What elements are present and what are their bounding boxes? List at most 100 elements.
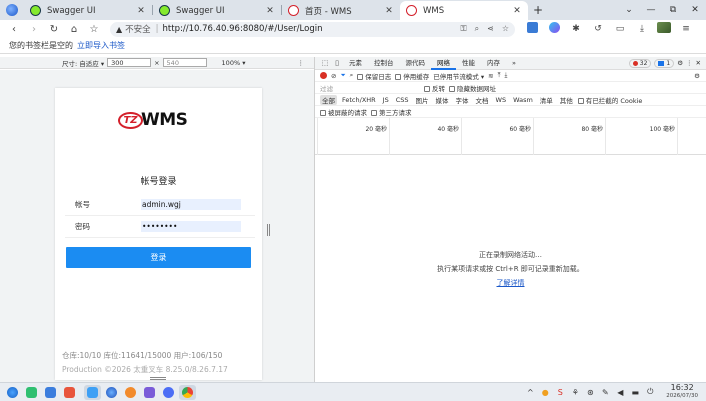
type-css[interactable]: CSS <box>394 96 411 104</box>
power-icon[interactable]: ⏻ <box>645 387 655 397</box>
type-img[interactable]: 图片 <box>414 95 431 105</box>
type-js[interactable]: JS <box>381 96 391 104</box>
app-icon[interactable] <box>160 385 177 400</box>
error-badge[interactable]: 32 <box>628 58 652 68</box>
terminal-icon[interactable] <box>42 385 59 400</box>
home-icon[interactable]: ⌂ <box>64 24 84 35</box>
type-manifest[interactable]: 清单 <box>538 95 555 105</box>
new-tab-icon[interactable]: + <box>528 3 548 17</box>
window-close-icon[interactable]: ✕ <box>684 5 706 15</box>
clear-icon[interactable]: ⊘ <box>331 72 336 80</box>
copilot-icon[interactable] <box>543 22 565 36</box>
pen-icon[interactable]: ✎ <box>600 388 610 397</box>
zoom-icon[interactable]: ⌕ <box>475 24 479 34</box>
viewport-resize-handle-right[interactable] <box>267 224 270 236</box>
tab-elements[interactable]: 元素 <box>343 57 368 70</box>
download-icon[interactable]: ⤓ <box>631 24 653 34</box>
throttle-select[interactable]: 已停用节流模式 ▾ <box>433 71 484 81</box>
restore-icon[interactable]: ⧉ <box>662 5 684 15</box>
tab-memory[interactable]: 内存 <box>481 57 506 70</box>
warning-icon[interactable]: ▲ <box>116 25 122 34</box>
settings-gear-icon[interactable]: ⚙ <box>677 59 683 67</box>
close-icon[interactable]: ✕ <box>512 6 522 16</box>
address-bar[interactable]: ▲ 不安全 | http://10.76.40.96:8080/#/User/L… <box>110 21 515 37</box>
history-icon[interactable]: ↺ <box>587 24 609 34</box>
network-timeline[interactable]: 20 毫秒 40 毫秒 60 毫秒 80 毫秒 100 毫秒 <box>315 118 706 155</box>
tab-swagger-1[interactable]: Swagger UI ✕ <box>24 1 152 20</box>
password-input[interactable] <box>141 221 241 232</box>
extension-icon[interactable] <box>521 22 543 36</box>
learn-more-link[interactable]: 了解详情 <box>315 278 706 288</box>
third-party-checkbox[interactable]: 第三方请求 <box>371 107 412 117</box>
app-icon[interactable] <box>122 385 139 400</box>
type-wasm[interactable]: Wasm <box>511 96 535 104</box>
browser-logo-icon[interactable] <box>0 0 24 20</box>
menu-icon[interactable]: ≡ <box>675 24 697 34</box>
file-manager-icon[interactable] <box>84 384 101 400</box>
preserve-log-checkbox[interactable]: 保留日志 <box>357 71 391 81</box>
filter-funnel-icon[interactable]: ⏷ <box>340 71 345 80</box>
back-arrow-icon[interactable]: ‹ <box>4 24 24 35</box>
url-text[interactable]: http://10.76.40.96:8080/#/User/Login <box>163 24 461 34</box>
minimize-icon[interactable]: — <box>640 5 662 15</box>
browser-icon[interactable] <box>103 385 120 400</box>
close-icon[interactable]: ✕ <box>136 6 146 16</box>
upload-icon[interactable]: ⤒ <box>498 71 501 80</box>
search-icon[interactable]: ⌕ <box>350 71 354 80</box>
forward-arrow-icon[interactable]: › <box>24 24 44 35</box>
filter-input[interactable]: 过滤 <box>320 83 420 93</box>
type-doc[interactable]: 文档 <box>474 95 491 105</box>
star-icon[interactable]: ☆ <box>502 24 509 34</box>
type-other[interactable]: 其他 <box>558 95 575 105</box>
tab-swagger-2[interactable]: Swagger UI ✕ <box>153 1 281 20</box>
device-height-input[interactable]: 540 <box>162 58 207 67</box>
volume-icon[interactable]: ◀ <box>615 388 625 397</box>
security-label[interactable]: 不安全 <box>125 23 151 35</box>
hide-data-urls-checkbox[interactable]: 隐藏数据网址 <box>449 83 496 93</box>
tab-more[interactable]: » <box>506 57 522 70</box>
download-icon[interactable]: ⤓ <box>504 71 507 80</box>
type-all[interactable]: 全部 <box>320 94 337 105</box>
puzzle-icon[interactable]: ✱ <box>565 24 587 34</box>
store-icon[interactable] <box>61 385 78 400</box>
inspect-icon[interactable]: ⬚ <box>319 59 331 67</box>
start-menu-icon[interactable] <box>4 385 21 400</box>
clock[interactable]: 16:32 2026/07/30 <box>666 384 698 400</box>
tab-network[interactable]: 网络 <box>431 57 456 70</box>
import-bookmarks-link[interactable]: 立即导入书签 <box>77 40 125 51</box>
record-icon[interactable] <box>320 72 327 79</box>
close-icon[interactable]: ✕ <box>265 6 275 16</box>
kebab-icon[interactable]: ⋮ <box>686 59 693 67</box>
tab-wms-home[interactable]: 首页 - WMS ✕ <box>282 1 400 20</box>
info-badge[interactable]: 1 <box>654 58 675 68</box>
chrome-icon[interactable] <box>179 384 196 400</box>
invert-checkbox[interactable]: 反转 <box>424 83 445 93</box>
tab-list-chevron-icon[interactable]: ⌄ <box>618 5 640 15</box>
device-zoom-select[interactable]: 100% ▾ <box>222 59 246 67</box>
apps-grid-icon[interactable] <box>23 385 40 400</box>
device-width-input[interactable]: 300 <box>107 58 152 67</box>
keyboard-icon[interactable]: ▬ <box>630 388 640 397</box>
bookmark-star-icon[interactable]: ☆ <box>84 24 104 35</box>
device-toggle-icon[interactable]: ▯ <box>331 59 343 67</box>
profile-avatar[interactable] <box>653 22 675 36</box>
settings-app-icon[interactable] <box>141 385 158 400</box>
login-button[interactable]: 登录 <box>66 247 251 268</box>
close-icon[interactable]: ✕ <box>384 6 394 16</box>
tab-sources[interactable]: 源代码 <box>400 57 432 70</box>
tray-app-icon[interactable]: ● <box>540 388 550 397</box>
device-size-select[interactable]: 尺寸: 自适应 ▾ <box>62 58 104 68</box>
tray-app-icon[interactable]: S <box>555 388 565 397</box>
type-media[interactable]: 媒体 <box>434 95 451 105</box>
share-icon[interactable]: ⋖ <box>487 24 494 34</box>
blocked-requests-checkbox[interactable]: 被屏蔽的请求 <box>320 107 367 117</box>
kebab-icon[interactable]: ⋮ <box>298 59 305 67</box>
network-settings-gear-icon[interactable]: ⚙ <box>694 72 706 80</box>
type-ws[interactable]: WS <box>494 96 509 104</box>
close-icon[interactable]: ✕ <box>696 59 701 67</box>
type-font[interactable]: 字体 <box>454 95 471 105</box>
viewport-resize-handle-bottom[interactable] <box>150 377 166 380</box>
sidebar-icon[interactable]: ▭ <box>609 24 631 34</box>
account-input[interactable] <box>141 199 241 210</box>
blocked-cookies-checkbox[interactable]: 有已拦截的 Cookie <box>577 95 642 105</box>
